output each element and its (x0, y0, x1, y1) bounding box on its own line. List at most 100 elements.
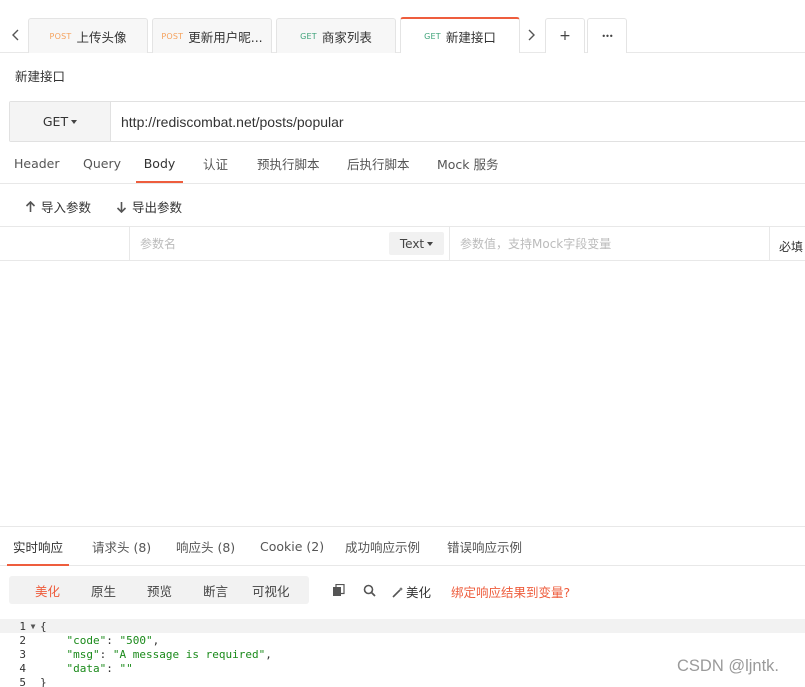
tab-label: Body (143, 155, 176, 171)
view-mode-assert[interactable]: 断言 (203, 576, 228, 604)
line-number: 2 (19, 633, 26, 647)
tab-auth[interactable]: 认证 (203, 143, 228, 183)
new-tab-button[interactable]: + (545, 18, 585, 53)
fold-caret-icon[interactable]: ▼ (28, 622, 38, 631)
tab-new-api[interactable]: GET 新建接口 (400, 17, 520, 53)
line-number: 1 (19, 619, 26, 633)
tab-method-label: GET (300, 31, 317, 41)
view-mode-switch: 美化 原生 预览 断言 可视化 (9, 576, 309, 604)
chevron-down-icon (427, 241, 434, 246)
tab-upload-avatar[interactable]: POST 上传头像 (28, 18, 148, 53)
import-params-button[interactable]: 导入参数 (25, 197, 91, 216)
param-name-input[interactable] (130, 237, 380, 251)
tab-request-headers[interactable]: 请求头 (8) (92, 527, 151, 565)
param-enable-cell (0, 227, 130, 261)
tab-strip: POST 上传头像 POST 更新用户昵... GET 商家列表 GET 新建接… (0, 0, 805, 53)
request-tabs: Header Query Body 认证 预执行脚本 后执行脚本 Mock 服务 (0, 143, 805, 184)
tab-name-label: 商家列表 (321, 29, 372, 45)
param-row: Text 必填 (0, 227, 805, 261)
response-tabs: 实时响应 请求头 (8) 响应头 (8) Cookie (2) 成功响应示例 错… (0, 526, 805, 566)
code-line: 1 ▼ { (0, 619, 805, 633)
param-type-select[interactable]: Text (389, 232, 444, 255)
tab-body[interactable]: Body (136, 143, 183, 183)
arrow-down-icon (116, 201, 127, 213)
tab-label: 响应头 (8) (176, 539, 236, 555)
response-code-view[interactable]: 1 ▼ { 2 "code": "500", 3 "msg": "A messa… (0, 618, 805, 687)
beautify-button[interactable]: 美化 (392, 582, 431, 601)
param-type-label: Text (399, 236, 425, 251)
export-params-label: 导出参数 (132, 200, 183, 215)
more-tabs-button[interactable]: ••• (587, 18, 627, 53)
bind-response-to-variable-link[interactable]: 绑定响应结果到变量? (451, 582, 570, 601)
tab-realtime-response[interactable]: 实时响应 (7, 527, 69, 566)
active-tab-indicator (7, 564, 69, 566)
import-params-label: 导入参数 (41, 200, 92, 215)
magic-wand-icon (392, 586, 403, 598)
tab-label: Header (14, 155, 60, 171)
json-key: "msg" (66, 647, 100, 661)
json-key: "data" (66, 661, 107, 675)
required-column-label: 必填 (779, 240, 804, 254)
export-params-button[interactable]: 导出参数 (116, 197, 182, 216)
view-mode-visualize[interactable]: 可视化 (252, 576, 290, 604)
tab-header[interactable]: Header (14, 143, 60, 183)
json-value: "A message is required" (112, 647, 266, 661)
tab-label: 预执行脚本 (257, 156, 320, 172)
request-url-bar: GET (9, 101, 805, 142)
view-mode-beautify[interactable]: 美化 (35, 576, 60, 604)
search-icon[interactable] (361, 582, 377, 598)
tab-label: 后执行脚本 (347, 156, 410, 172)
json-value: "500" (119, 633, 153, 647)
param-value-cell (450, 227, 770, 261)
arrow-up-icon (25, 200, 36, 212)
tab-query[interactable]: Query (83, 143, 121, 183)
json-punct: , (152, 633, 160, 647)
tab-label: 成功响应示例 (345, 539, 421, 555)
tab-name-label: 上传头像 (76, 29, 127, 45)
tab-response-headers[interactable]: 响应头 (8) (176, 527, 235, 565)
tab-method-label: GET (424, 31, 441, 41)
tab-label: 认证 (203, 156, 229, 172)
http-method-label: GET (42, 114, 69, 129)
url-input[interactable] (111, 102, 805, 141)
tab-pre-request-script[interactable]: 预执行脚本 (257, 143, 320, 183)
view-mode-raw[interactable]: 原生 (91, 576, 116, 604)
tab-success-example[interactable]: 成功响应示例 (345, 527, 420, 565)
tabs-scroll-right-icon[interactable] (520, 18, 542, 52)
tab-label: Query (83, 155, 121, 171)
tab-method-label: POST (161, 31, 184, 41)
tab-mock-service[interactable]: Mock 服务 (437, 143, 499, 183)
line-number: 4 (19, 661, 26, 675)
tab-label: Mock 服务 (437, 156, 499, 172)
tab-merchant-list[interactable]: GET 商家列表 (276, 18, 396, 53)
json-key: "code" (66, 633, 107, 647)
tab-name-label: 更新用户昵... (188, 29, 263, 45)
line-number: 5 (19, 675, 26, 687)
http-method-select[interactable]: GET (10, 102, 111, 141)
watermark: CSDN @ljntk. (677, 657, 780, 675)
code-text: } (40, 675, 47, 687)
body-actions: 导入参数 导出参数 (0, 185, 805, 227)
tab-name-label: 新建接口 (445, 29, 496, 45)
tab-label: 实时响应 (12, 539, 63, 555)
tab-label: 错误响应示例 (447, 539, 523, 555)
chevron-down-icon (71, 119, 78, 124)
code-line: 2 "code": "500", (0, 633, 805, 647)
beautify-label: 美化 (406, 585, 432, 600)
json-value: "" (119, 661, 133, 675)
tab-cookie[interactable]: Cookie (2) (260, 527, 324, 565)
view-mode-preview[interactable]: 预览 (147, 576, 172, 604)
param-value-input[interactable] (450, 237, 769, 251)
code-text: { (40, 619, 47, 633)
page-title: 新建接口 (15, 69, 66, 84)
tab-update-nickname[interactable]: POST 更新用户昵... (152, 18, 272, 53)
tab-error-example[interactable]: 错误响应示例 (447, 527, 522, 565)
code-line: 5 } (0, 675, 805, 687)
tab-method-label: POST (49, 31, 72, 41)
tabs-scroll-left-icon[interactable] (4, 18, 26, 52)
copy-icon[interactable] (330, 582, 346, 598)
tab-post-request-script[interactable]: 后执行脚本 (347, 143, 410, 183)
tab-label: Cookie (2) (260, 538, 325, 554)
line-number: 3 (19, 647, 26, 661)
json-punct: , (265, 647, 272, 661)
